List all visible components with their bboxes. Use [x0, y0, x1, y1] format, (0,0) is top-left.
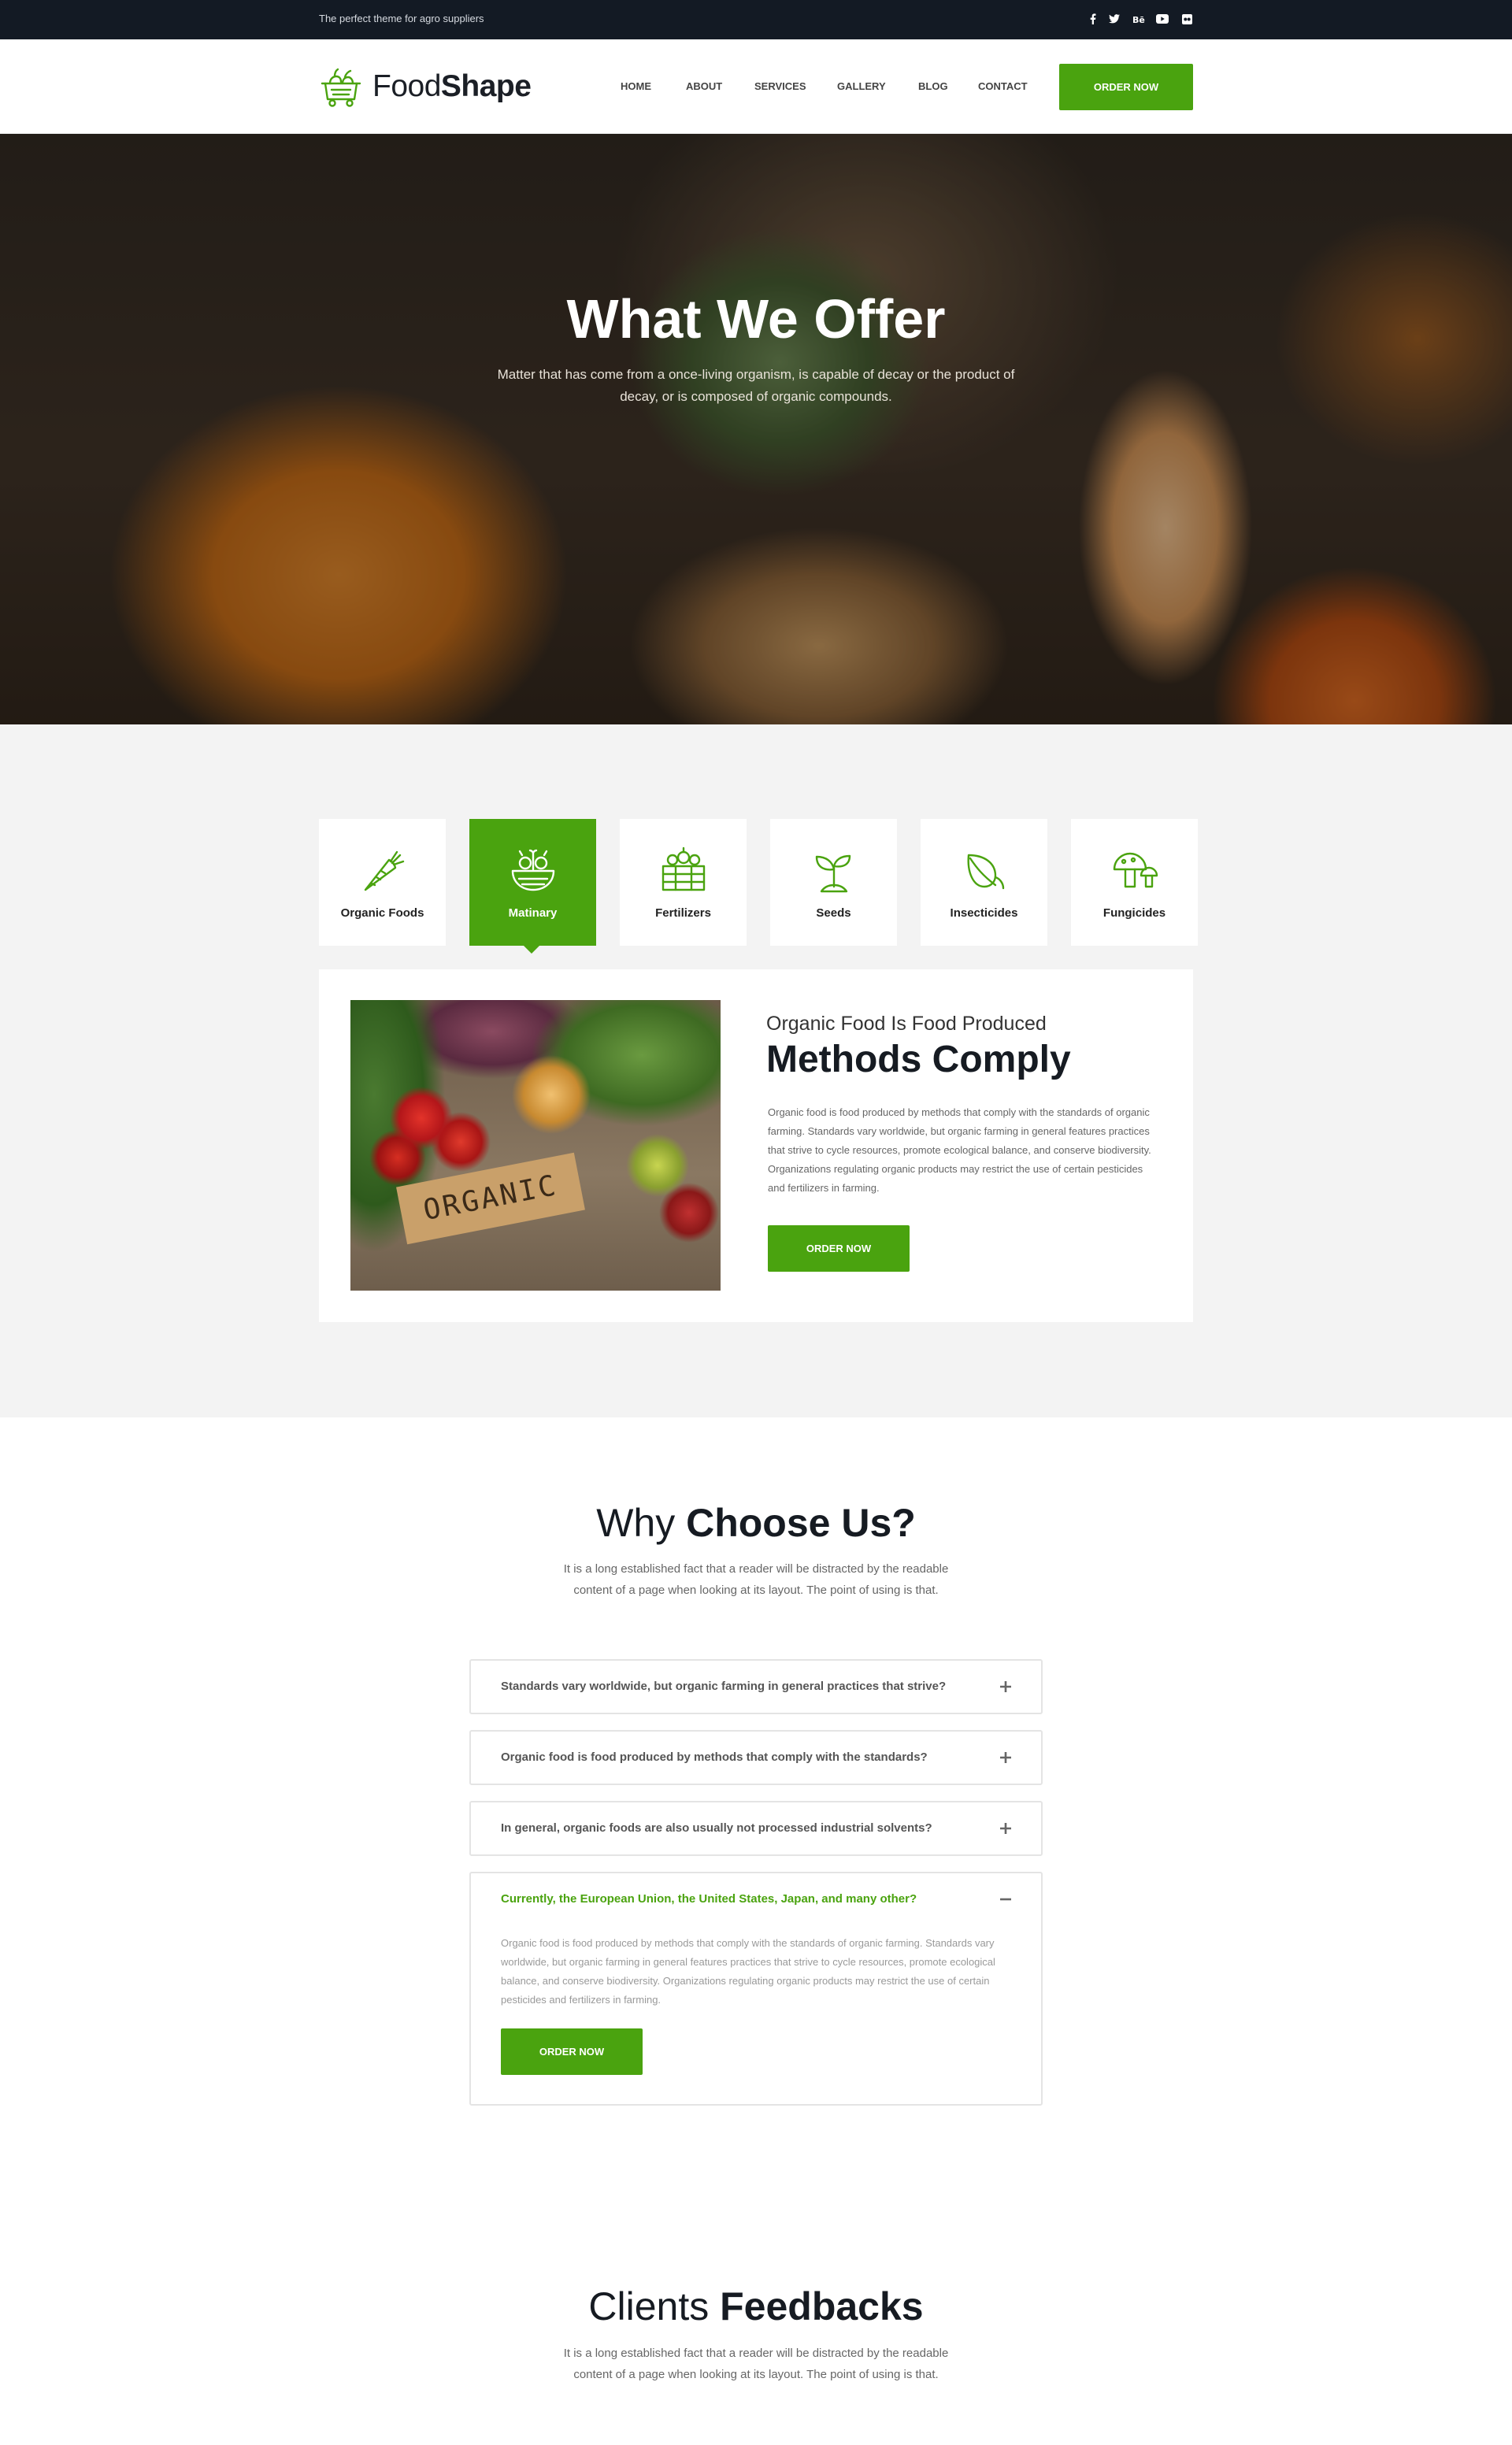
nav-about[interactable]: ABOUT — [686, 39, 722, 134]
leaf-icon — [967, 854, 1004, 890]
why-choose-us-title: Why Choose Us? — [596, 1501, 916, 1545]
faq-item[interactable]: Standards vary worldwide, but organic fa… — [469, 1659, 1043, 1714]
nav-gallery[interactable]: GALLERY — [837, 39, 886, 134]
tab-insecticides[interactable]: Insecticides — [921, 819, 1047, 946]
faq-item[interactable]: Organic food is food produced by methods… — [469, 1730, 1043, 1785]
header-order-now-button[interactable]: ORDER NOW — [1059, 64, 1193, 110]
active-tab-pointer — [523, 945, 540, 954]
logo[interactable]: FoodShape — [319, 63, 532, 110]
sprout-icon — [815, 854, 850, 893]
nav-home[interactable]: HOME — [621, 39, 651, 134]
nav-contact[interactable]: CONTACT — [978, 39, 1028, 134]
why-choose-us-subtitle: It is a long established fact that a rea… — [563, 1562, 949, 1597]
tab-label: Fungicides — [1102, 906, 1166, 920]
vegetable-cart-icon — [321, 68, 361, 107]
hero-subtitle: Matter that has come from a once-living … — [497, 367, 1015, 404]
tab-fertilizers[interactable]: Fertilizers — [620, 819, 747, 946]
plus-icon[interactable] — [999, 1680, 1013, 1694]
plus-icon[interactable] — [999, 1821, 1013, 1836]
tab-fungicides[interactable]: Fungicides — [1071, 819, 1198, 946]
faq-question[interactable]: Currently, the European Union, the Unite… — [501, 1873, 917, 1925]
organic-produce-image — [350, 1000, 721, 1291]
site-header: FoodShape HOME ABOUT SERVICES GALLERY BL… — [0, 39, 1512, 134]
nav-blog[interactable]: BLOG — [918, 39, 948, 134]
vegetable-basket-icon — [511, 849, 554, 891]
hero-banner — [0, 134, 1512, 724]
tagline: The perfect theme for agro suppliers — [319, 13, 484, 24]
mushroom-icon — [1113, 852, 1158, 888]
tab-label: Insecticides — [950, 906, 1018, 920]
tab-label: Seeds — [816, 906, 851, 920]
offer-pretitle: Organic Food Is Food Produced — [766, 1013, 1047, 1035]
offer-description: Organic food is food produced by methods… — [768, 1106, 1151, 1194]
tab-label: Organic Foods — [340, 906, 424, 920]
logo-text: FoodShape — [372, 69, 532, 103]
tab-label: Matinary — [508, 906, 558, 920]
faq-item[interactable]: In general, organic foods are also usual… — [469, 1801, 1043, 1856]
tab-organic-foods[interactable]: Organic Foods — [319, 819, 446, 946]
offer-order-now-button[interactable]: ORDER NOW — [768, 1225, 910, 1272]
tab-seeds[interactable]: Seeds — [770, 819, 897, 946]
twitter-icon[interactable] — [1107, 12, 1121, 26]
faq-question[interactable]: Standards vary worldwide, but organic fa… — [501, 1661, 946, 1713]
top-bar: The perfect theme for agro suppliers Bē — [0, 0, 1512, 39]
faq-answer: Organic food is food produced by methods… — [501, 1937, 995, 2006]
offer-title: Methods Comply — [766, 1039, 1071, 1080]
faq-question[interactable]: Organic food is food produced by methods… — [501, 1732, 928, 1784]
hero-overlay — [0, 134, 1512, 724]
faq-order-now-button[interactable]: ORDER NOW — [501, 2028, 643, 2075]
crate-icon — [662, 846, 705, 891]
minus-icon[interactable] — [999, 1892, 1013, 1906]
hero-title: What We Offer — [566, 288, 946, 350]
nav-services[interactable]: SERVICES — [754, 39, 806, 134]
faq-question[interactable]: In general, organic foods are also usual… — [501, 1802, 932, 1854]
youtube-icon[interactable] — [1155, 12, 1169, 26]
flickr-icon[interactable] — [1180, 12, 1194, 26]
facebook-icon[interactable] — [1086, 12, 1100, 26]
plus-icon[interactable] — [999, 1750, 1013, 1765]
carrot-icon — [364, 850, 404, 891]
clients-feedbacks-title: Clients Feedbacks — [588, 2284, 924, 2328]
clients-feedbacks-subtitle: It is a long established fact that a rea… — [563, 2347, 949, 2381]
faq-item-open[interactable]: Currently, the European Union, the Unite… — [469, 1872, 1043, 2106]
tab-matinary[interactable]: Matinary — [469, 819, 596, 946]
svg-text:Bē: Bē — [1132, 15, 1145, 24]
behance-icon[interactable]: Bē — [1131, 12, 1148, 26]
tab-label: Fertilizers — [655, 906, 711, 920]
